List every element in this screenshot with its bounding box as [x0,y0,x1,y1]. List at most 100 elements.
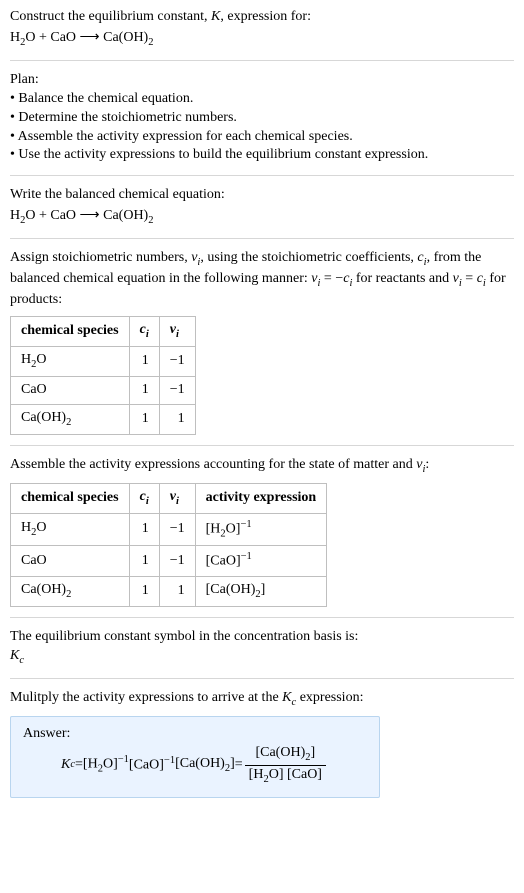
ci-cell: 1 [129,576,159,606]
K-symbol: K [211,9,220,24]
cell-text: ] [261,582,266,597]
plan-heading: Plan: [10,72,39,87]
species-cell: H2O [11,513,130,546]
assign-text-1: Assign stoichiometric numbers, [10,250,191,265]
cell-text: O] [226,521,241,536]
activity-cell: [CaO]−1 [195,546,327,577]
balanced-rhs-sub: 2 [148,215,153,226]
cell-text: H [21,520,31,535]
nui-cell: −1 [159,346,195,376]
fraction: [Ca(OH)2] [H2O] [CaO] [245,744,326,787]
multiply-text-1: Mulitply the activity expressions to arr… [10,690,282,705]
divider [10,617,514,618]
col-nui: νi [159,483,195,513]
Kc-symbol: K [282,690,291,705]
i-subscript: i [176,496,179,507]
t: [H [83,757,98,772]
col-nui: νi [159,317,195,347]
t: [Ca(OH) [175,756,225,771]
term-caoh2: [Ca(OH)2] [175,755,235,776]
t: [H [249,767,264,782]
prompt-block: Construct the equilibrium constant, K, e… [10,8,514,50]
table-row: Ca(OH)2 1 1 [Ca(OH)2] [11,576,327,606]
stoichiometry-table: chemical species ci νi H2O 1 −1 CaO 1 −1… [10,316,196,435]
balanced-lhs-h: H [10,208,20,223]
term-h2o: [H2O]−1 [83,753,129,777]
ci-cell: 1 [129,346,159,376]
table-row: Ca(OH)2 1 1 [11,404,196,434]
divider [10,678,514,679]
prompt-text-1: Construct the equilibrium constant, [10,9,211,24]
assign-block: Assign stoichiometric numbers, νi, using… [10,249,514,435]
species-cell: CaO [11,546,130,577]
divider [10,60,514,61]
table-header-row: chemical species ci νi [11,317,196,347]
balanced-lhs-rest: O + CaO [25,208,79,223]
balanced-heading: Write the balanced chemical equation: [10,187,225,202]
col-species: chemical species [11,317,130,347]
i-subscript: i [146,496,149,507]
ci-cell: 1 [129,376,159,404]
t: O] [103,757,118,772]
species-cell: Ca(OH)2 [11,576,130,606]
species-cell: CaO [11,376,130,404]
equation-product-sub: 2 [148,37,153,48]
answer-label: Answer: [23,725,367,744]
i-subscript: i [146,329,149,340]
prompt-text-2: , expression for: [220,9,311,24]
equation-reactant-rest: O + CaO [25,30,79,45]
document-body: Construct the equilibrium constant, K, e… [0,0,524,806]
t: O] [CaO] [269,767,322,782]
t: ] [310,745,315,760]
assign-text-4: for reactants and [352,271,452,286]
species-cell: Ca(OH)2 [11,404,130,434]
cell-text: Ca(OH) [21,582,66,597]
equals-sign: = [235,756,243,775]
equation-product: Ca(OH) [100,30,149,45]
t-sup: −1 [164,755,175,766]
rightarrow-icon: ⟶ [80,206,100,222]
table-row: H2O 1 −1 [11,346,196,376]
Kc-symbol: K [10,648,19,663]
t: [Ca(OH) [255,745,305,760]
plan-item-3: Assemble the activity expression for eac… [15,129,353,144]
fraction-denominator: [H2O] [CaO] [245,765,326,787]
t-sup: −1 [118,754,129,765]
symbol-block: The equilibrium constant symbol in the c… [10,628,514,668]
divider [10,445,514,446]
plan-item-1: Balance the chemical equation. [15,91,193,106]
activity-cell: [Ca(OH)2] [195,576,327,606]
plan-block: Plan: • Balance the chemical equation. •… [10,71,514,165]
divider [10,238,514,239]
symbol-text: The equilibrium constant symbol in the c… [10,629,358,644]
cell-text: [CaO] [206,554,241,569]
multiply-text-2: expression: [296,690,363,705]
c-subscript: c [19,655,24,666]
assign-eq-neg: = − [320,271,343,286]
ci-cell: 1 [129,404,159,434]
table-header-row: chemical species ci νi activity expressi… [11,483,327,513]
nui-cell: 1 [159,576,195,606]
cell-sup: −1 [240,519,251,530]
ci-cell: 1 [129,546,159,577]
col-ci: ci [129,483,159,513]
cell-text: H [21,352,31,367]
fraction-numerator: [Ca(OH)2] [245,744,326,765]
cell-text: O [36,520,46,535]
activity-cell: [H2O]−1 [195,513,327,546]
Kc-symbol: K [61,756,70,775]
ci-cell: 1 [129,513,159,546]
cell-text: [H [206,521,221,536]
answer-box: Answer: Kc = [H2O]−1 [CaO]−1 [Ca(OH)2] =… [10,716,380,798]
nui-cell: −1 [159,376,195,404]
cell-text: O [36,352,46,367]
cell-text: [Ca(OH) [206,582,256,597]
t: [CaO] [129,758,164,773]
plan-item-4: Use the activity expressions to build th… [15,147,428,162]
nui-cell: −1 [159,546,195,577]
balanced-rhs: Ca(OH) [100,208,149,223]
i-subscript: i [176,329,179,340]
cell-sub: 2 [66,417,71,428]
equals-sign: = [75,756,83,775]
assign-eq-pos: = [462,271,477,286]
